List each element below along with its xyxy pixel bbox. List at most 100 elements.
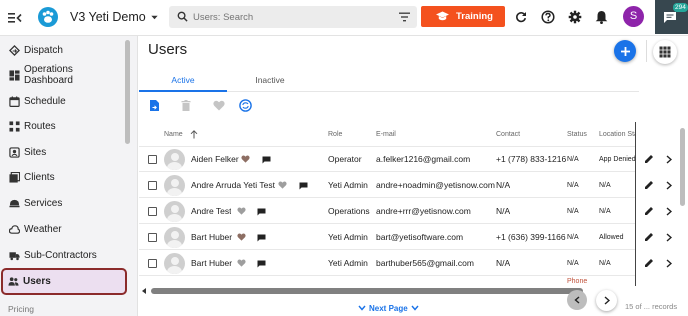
scroll-left-arrow-icon[interactable] xyxy=(141,288,147,294)
user-avatar[interactable]: S xyxy=(623,6,644,27)
user-name[interactable]: Bart Huber xyxy=(191,225,232,250)
chevron-down-icon[interactable] xyxy=(150,13,159,22)
tab-active[interactable]: Active xyxy=(139,68,227,92)
edit-icon[interactable] xyxy=(644,206,654,216)
row-checkbox[interactable] xyxy=(148,155,157,164)
user-name[interactable]: Andre Test xyxy=(191,199,231,224)
row-checkbox[interactable] xyxy=(148,181,157,190)
edit-icon[interactable] xyxy=(644,154,654,164)
column-header-status[interactable]: Status xyxy=(567,122,587,147)
sidebar-item-sites[interactable]: Sites xyxy=(4,140,124,164)
partial-row-phone: Phone xyxy=(567,278,588,285)
table-row[interactable]: Bart Huber Yeti Admin bart@yetisoftware.… xyxy=(139,225,639,250)
sidebar-item-sub-contractors[interactable]: Sub-Contractors xyxy=(4,243,124,267)
sidebar-item-operations-dashboard[interactable]: Operations Dashboard xyxy=(4,63,124,87)
table-row[interactable]: Bart Huber Yeti Admin barthuber565@gmail… xyxy=(139,251,639,276)
heart-icon[interactable] xyxy=(237,207,246,215)
table-vertical-scrollbar[interactable] xyxy=(680,128,685,206)
heart-icon[interactable] xyxy=(237,259,246,267)
chevron-right-icon[interactable] xyxy=(666,155,672,164)
collapse-menu-icon[interactable] xyxy=(8,11,22,25)
sidebar-item-label: Dispatch xyxy=(24,44,63,56)
help-icon[interactable] xyxy=(541,10,555,24)
row-checkbox[interactable] xyxy=(148,233,157,242)
add-user-button[interactable] xyxy=(614,40,636,62)
favorite-icon[interactable] xyxy=(213,100,225,111)
sidebar-item-users[interactable]: Users xyxy=(1,268,127,295)
user-name[interactable]: Andre Arruda Yeti Test xyxy=(191,173,275,198)
sidebar-item-weather[interactable]: Weather xyxy=(4,217,124,241)
user-status: N/A xyxy=(567,156,579,163)
message-icon[interactable] xyxy=(262,156,271,164)
heart-icon[interactable] xyxy=(278,181,287,189)
user-email: andre+rrr@yetisnow.com xyxy=(376,206,471,216)
scroll-right-button[interactable] xyxy=(596,290,617,311)
delete-icon[interactable] xyxy=(181,100,191,111)
user-role: Yeti Admin xyxy=(328,180,368,190)
message-icon[interactable] xyxy=(299,182,308,190)
refresh-icon[interactable] xyxy=(515,11,527,23)
message-icon[interactable] xyxy=(257,260,266,268)
heart-icon[interactable] xyxy=(237,233,246,241)
search-input[interactable] xyxy=(193,9,383,25)
table-row[interactable]: Andre Test Operations andre+rrr@yetisnow… xyxy=(139,199,639,224)
message-icon[interactable] xyxy=(257,234,266,242)
chevron-right-icon[interactable] xyxy=(666,233,672,242)
chat-badge: 294 xyxy=(673,3,688,12)
sidebar-item-label: Schedule xyxy=(24,95,66,107)
sidebar-item-label: Sub-Contractors xyxy=(24,249,97,261)
heart-icon[interactable] xyxy=(241,155,250,163)
user-location-status: N/A xyxy=(599,182,611,189)
sidebar-item-schedule[interactable]: Schedule xyxy=(4,89,124,113)
table-horizontal-scrollbar[interactable] xyxy=(141,287,637,295)
sidebar-item-services[interactable]: Services xyxy=(4,191,124,215)
chevron-right-icon[interactable] xyxy=(666,259,672,268)
user-name[interactable]: Bart Huber xyxy=(191,251,232,276)
scrollbar-thumb[interactable] xyxy=(151,288,583,294)
user-name[interactable]: Aiden Felker xyxy=(191,147,239,172)
user-email: bart@yetisoftware.com xyxy=(376,232,464,242)
edit-icon[interactable] xyxy=(644,232,654,242)
gear-icon[interactable] xyxy=(568,10,582,24)
chat-button[interactable]: 294 xyxy=(655,0,688,34)
row-checkbox[interactable] xyxy=(148,259,157,268)
sidebar-item-routes[interactable]: Routes xyxy=(4,114,124,138)
sidebar-item-pricing-partial[interactable]: Pricing xyxy=(8,304,34,314)
dashboard-icon xyxy=(9,69,20,81)
column-header-name[interactable]: Name xyxy=(164,122,183,147)
table-row[interactable]: Aiden Felker Operator a.felker1216@gmail… xyxy=(139,147,639,172)
row-checkbox[interactable] xyxy=(148,207,157,216)
sidebar-scrollbar[interactable] xyxy=(125,40,130,144)
column-header-role[interactable]: Role xyxy=(328,122,342,147)
table-settings-button[interactable] xyxy=(653,40,677,64)
sync-icon[interactable] xyxy=(239,99,252,112)
sort-arrow-up-icon[interactable] xyxy=(190,130,198,139)
scroll-left-button[interactable] xyxy=(567,290,587,310)
user-status: N/A xyxy=(567,182,579,189)
message-icon[interactable] xyxy=(257,208,266,216)
table-row[interactable]: Andre Arruda Yeti Test Yeti Admin andre+… xyxy=(139,173,639,198)
user-contact: N/A xyxy=(496,258,511,268)
avatar xyxy=(164,227,185,248)
filter-icon[interactable] xyxy=(399,12,410,22)
chevron-right-icon[interactable] xyxy=(666,207,672,216)
sidebar-item-dispatch[interactable]: Dispatch xyxy=(4,38,124,62)
column-header-contact[interactable]: Contact xyxy=(496,122,520,147)
sidebar-item-clients[interactable]: Clients xyxy=(4,165,124,189)
app-logo[interactable] xyxy=(38,7,58,27)
user-contact: +1 (636) 399-1166 xyxy=(496,232,566,242)
column-header-location-status[interactable]: Location Sta xyxy=(599,122,639,147)
training-button[interactable]: Training xyxy=(421,6,505,27)
column-header-email[interactable]: E-mail xyxy=(376,122,396,147)
app-title[interactable]: V3 Yeti Demo xyxy=(70,10,146,24)
edit-icon[interactable] xyxy=(644,258,654,268)
bell-icon[interactable] xyxy=(595,10,608,24)
export-file-icon[interactable] xyxy=(149,99,160,112)
next-page-link[interactable]: Next Page xyxy=(358,302,419,314)
chevron-right-icon[interactable] xyxy=(666,181,672,190)
user-email: andre+noadmin@yetisnow.com xyxy=(376,180,495,190)
tab-inactive[interactable]: Inactive xyxy=(227,68,313,92)
records-count: 15 of ... records xyxy=(625,302,678,311)
search-bar[interactable] xyxy=(169,6,417,28)
edit-icon[interactable] xyxy=(644,180,654,190)
